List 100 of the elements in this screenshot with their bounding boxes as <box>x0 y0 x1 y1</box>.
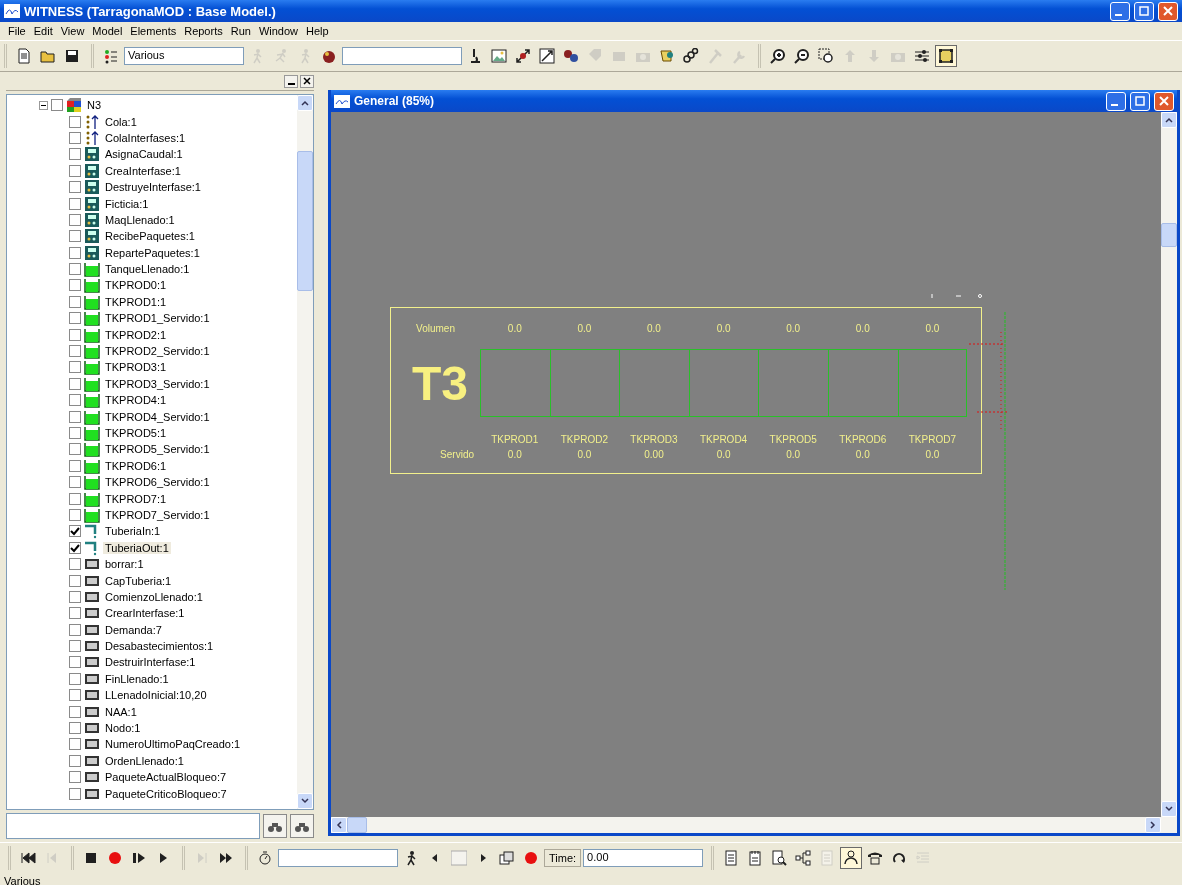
checkbox[interactable] <box>69 722 81 735</box>
tree-item[interactable]: TKPROD2_Servido:1 <box>103 345 212 358</box>
checkbox[interactable] <box>69 295 81 308</box>
tree-item[interactable]: TKPROD3:1 <box>103 361 169 374</box>
checkbox[interactable] <box>69 263 81 276</box>
checkbox[interactable] <box>69 197 81 210</box>
minimize-button[interactable] <box>284 74 298 88</box>
checkbox[interactable] <box>69 656 81 669</box>
checkbox[interactable] <box>69 738 81 751</box>
tree-item[interactable]: TuberiaOut:1 <box>103 541 171 554</box>
checkbox[interactable] <box>69 230 81 243</box>
checkbox[interactable] <box>69 345 81 358</box>
checkbox[interactable] <box>69 672 81 685</box>
checkbox[interactable] <box>69 213 81 226</box>
checkbox[interactable] <box>69 476 81 489</box>
tree-item[interactable]: CreaInterfase:1 <box>103 164 183 177</box>
checkbox[interactable] <box>69 574 81 587</box>
scrollbar-thumb[interactable] <box>1161 223 1177 247</box>
scroll-down-button[interactable] <box>297 793 313 809</box>
tree-item[interactable]: MaqLlenado:1 <box>103 213 177 226</box>
checkbox[interactable] <box>69 558 81 571</box>
menu-item[interactable]: View <box>56 25 89 37</box>
tree-item[interactable]: TKPROD6:1 <box>103 459 169 472</box>
tree-item[interactable]: OrdenLlenado:1 <box>103 754 186 767</box>
scroll-left-button[interactable] <box>331 817 347 833</box>
frame-button[interactable] <box>935 45 957 67</box>
toolbar-field[interactable]: Various <box>124 47 244 65</box>
tree-item[interactable]: TuberiaIn:1 <box>103 525 163 538</box>
window-button[interactable] <box>1134 1 1154 21</box>
toolbar-field[interactable]: 0.00 <box>583 849 704 867</box>
tree-item[interactable]: TKPROD7_Servido:1 <box>103 508 212 521</box>
tree-item[interactable]: Cola:1 <box>103 115 139 128</box>
tree-item[interactable]: TKPROD5_Servido:1 <box>103 443 212 456</box>
checkbox[interactable] <box>69 148 81 161</box>
checkbox[interactable] <box>69 312 81 325</box>
menu-item[interactable]: File <box>4 25 30 37</box>
checkbox[interactable] <box>69 689 81 702</box>
menu-item[interactable]: Elements <box>126 25 181 37</box>
menu-item[interactable]: Model <box>88 25 127 37</box>
tree-item[interactable]: LLenadoInicial:10,20 <box>103 689 209 702</box>
tree-item[interactable]: TKPROD4:1 <box>103 394 169 407</box>
checkbox[interactable] <box>69 410 81 423</box>
menu-item[interactable]: Window <box>254 25 303 37</box>
tree-item[interactable]: CrearInterfase:1 <box>103 607 187 620</box>
find-next-button[interactable] <box>290 814 314 838</box>
tree-item[interactable]: ColaInterfases:1 <box>103 131 188 144</box>
tree-item[interactable]: ComienzoLlenado:1 <box>103 590 205 603</box>
checkbox[interactable] <box>69 377 81 390</box>
checkbox[interactable] <box>69 181 81 194</box>
close-button[interactable] <box>300 74 314 88</box>
toolbar-field[interactable] <box>278 849 398 867</box>
checkbox[interactable] <box>69 492 81 505</box>
tree-item[interactable]: Nodo:1 <box>103 722 143 735</box>
menu-item[interactable]: Reports <box>180 25 227 37</box>
tree-item[interactable]: NAA:1 <box>103 705 139 718</box>
checkbox[interactable] <box>69 607 81 620</box>
checkbox[interactable] <box>69 459 81 472</box>
tree-item[interactable]: CapTuberia:1 <box>103 574 174 587</box>
menu-item[interactable]: Run <box>226 25 255 37</box>
tree-item[interactable]: TKPROD3_Servido:1 <box>103 377 212 390</box>
checkbox[interactable] <box>69 525 81 538</box>
scroll-up-button[interactable] <box>297 95 313 111</box>
tree-item[interactable]: N3 <box>85 99 104 112</box>
checkbox[interactable] <box>69 427 81 439</box>
tree-item[interactable]: RecibePaquetes:1 <box>103 230 197 243</box>
menu-item[interactable]: Edit <box>29 25 57 37</box>
slider-track-button[interactable] <box>448 847 470 869</box>
tree-item[interactable]: AsignaCaudal:1 <box>103 148 185 161</box>
resize-button[interactable] <box>536 45 558 67</box>
scroll-right-button[interactable] <box>1145 817 1161 833</box>
toolbar-field[interactable] <box>342 47 462 65</box>
tree-item[interactable]: TKPROD7:1 <box>103 492 169 505</box>
search-field[interactable] <box>6 813 260 839</box>
checkbox[interactable] <box>69 771 81 784</box>
scrollbar-thumb[interactable] <box>297 151 313 291</box>
checkbox[interactable] <box>69 246 81 259</box>
tree-item[interactable]: Desabastecimientos:1 <box>103 640 216 653</box>
checkbox[interactable] <box>69 279 81 292</box>
scroll-up-button[interactable] <box>1161 112 1177 128</box>
checkbox[interactable] <box>69 443 81 456</box>
checkbox[interactable] <box>69 705 81 718</box>
tree-item[interactable]: TKPROD0:1 <box>103 279 169 292</box>
tree-item[interactable]: TKPROD1_Servido:1 <box>103 312 212 325</box>
tree-item[interactable]: TanqueLlenado:1 <box>103 263 192 276</box>
checkbox[interactable] <box>51 99 63 112</box>
checkbox[interactable] <box>69 623 81 636</box>
menu-item[interactable]: Help <box>302 25 333 37</box>
tree-item[interactable]: NumeroUltimoPaqCreado:1 <box>103 738 243 751</box>
tree-item[interactable]: TKPROD2:1 <box>103 328 169 341</box>
person-button[interactable] <box>840 847 863 869</box>
tree-item[interactable]: TKPROD5:1 <box>103 427 169 439</box>
tree-item[interactable]: Demanda:7 <box>103 623 164 636</box>
collapse-icon[interactable] <box>39 100 48 110</box>
checkbox[interactable] <box>69 508 81 521</box>
tree-item[interactable]: borrar:1 <box>103 558 146 571</box>
tree-item[interactable]: DestruyeInterfase:1 <box>103 181 203 194</box>
find-button[interactable] <box>263 814 287 838</box>
scroll-down-button[interactable] <box>1161 801 1177 817</box>
checkbox[interactable] <box>69 640 81 653</box>
tree-item[interactable]: TKPROD1:1 <box>103 295 169 308</box>
